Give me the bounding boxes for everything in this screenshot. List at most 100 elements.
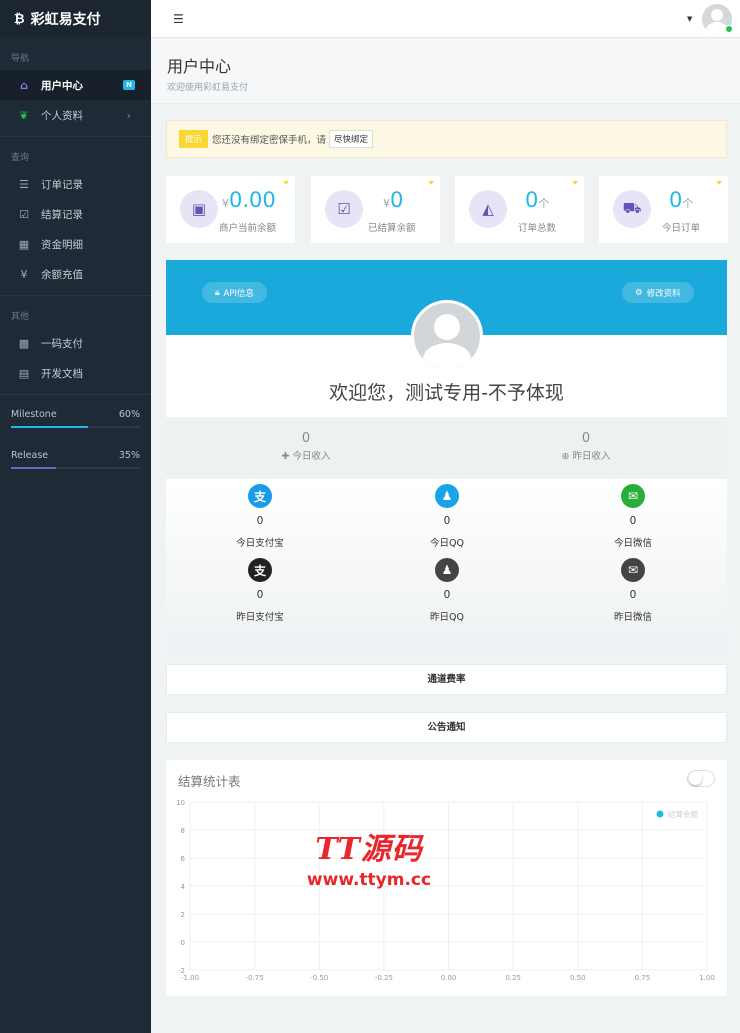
payment-stats-grid: 支 0 今日支付宝 ♟ 0 今日QQ ✉ 0 今日微信 支 0 昨日支付宝 ♟ … xyxy=(166,479,727,650)
plus-circle-icon: ⊕ xyxy=(561,451,573,462)
stat-label: 今日订单 xyxy=(662,223,701,234)
profile-panel: 🔒︎ API信息 ⚙ 修改资料 欢迎您，测试专用-不予体现 0 ✚ 今日收入 0… xyxy=(166,260,727,650)
pay-stat-yesterday-wechat: ✉ 0 昨日微信 xyxy=(563,558,703,623)
pay-label: 昨日微信 xyxy=(613,612,652,623)
sidebar: ₿ 彩虹易支付 导航 ⌂ 用户中心 N ❦ 个人资料 › 查询 ☰ 订单记录 ☑… xyxy=(0,0,151,1033)
area-chart-icon: ◭ xyxy=(469,190,507,228)
leaf-icon: ❦ xyxy=(19,108,29,122)
sidebar-item-label: 订单记录 xyxy=(41,178,83,191)
rates-section-header[interactable]: 通道费率 xyxy=(166,664,727,695)
qq-icon: ♟ xyxy=(435,558,459,582)
bind-phone-button[interactable]: 尽快绑定 xyxy=(329,130,374,148)
sidebar-item-docs[interactable]: ▤ 开发文档 xyxy=(0,358,151,388)
sidebar-item-orders[interactable]: ☰ 订单记录 xyxy=(0,169,151,199)
watermark-logo-text: TT源码 xyxy=(315,832,423,867)
page-subtitle: 欢迎使用彩虹易支付 xyxy=(167,83,249,93)
brand[interactable]: ₿ 彩虹易支付 xyxy=(0,0,151,38)
pay-value: 0 xyxy=(629,515,637,527)
stat-value: 0 xyxy=(390,188,404,212)
yesterday-income: 0 ⊕ 昨日收入 xyxy=(516,431,656,462)
progress-fill xyxy=(11,426,89,428)
stat-value: 0 xyxy=(525,188,539,212)
stat-card-balance: ▣ ¥0.00 商户当前余额 xyxy=(166,176,295,243)
pay-label: 昨日QQ xyxy=(430,612,464,623)
sidebar-item-recharge[interactable]: ¥ 余额充值 xyxy=(0,259,151,289)
caret-down-icon[interactable] xyxy=(716,181,722,185)
y-tick-label: 2 xyxy=(181,911,185,919)
sidebar-item-settlements[interactable]: ☑ 结算记录 xyxy=(0,199,151,229)
api-info-button[interactable]: 🔒︎ API信息 xyxy=(202,282,267,303)
income-label: 昨日收入 xyxy=(572,451,611,462)
sidebar-item-label: 资金明细 xyxy=(41,238,83,251)
progress-milestone: Milestone 60% xyxy=(0,409,151,428)
stat-label: 已结算余额 xyxy=(368,223,416,234)
sidebar-item-user-center[interactable]: ⌂ 用户中心 N xyxy=(0,70,151,100)
caret-down-icon[interactable] xyxy=(572,181,578,185)
settlement-chart: -20246810-1.00 -0.75 -0.50 -0.25 0.00 0.25 0.5… xyxy=(176,799,715,982)
pay-value: 0 xyxy=(256,515,264,527)
wechat-icon: ✉ xyxy=(621,558,645,582)
pay-label: 昨日支付宝 xyxy=(236,612,284,623)
edit-profile-label: 修改资料 xyxy=(646,288,681,299)
x-tick-label: -0.50 xyxy=(310,974,328,982)
today-income: 0 ✚ 今日收入 xyxy=(236,431,376,462)
qq-icon: ♟ xyxy=(435,484,459,508)
sidebar-item-profile[interactable]: ❦ 个人资料 › xyxy=(0,100,151,130)
y-tick-label: 4 xyxy=(181,883,186,891)
page-header: 用户中心 欢迎使用彩虹易支付 xyxy=(151,39,740,104)
pay-value: 0 xyxy=(629,589,637,601)
indent-icon[interactable]: ☰ xyxy=(173,12,184,26)
pay-value: 0 xyxy=(443,589,451,601)
x-tick-label: 0.25 xyxy=(505,974,521,982)
calendar-icon: ▦ xyxy=(18,237,30,251)
lock-icon: 🔒︎ xyxy=(215,287,220,298)
nav-section-title: 查询 xyxy=(11,153,30,163)
chevron-right-icon: › xyxy=(126,108,131,122)
notice-section-header[interactable]: 公告通知 xyxy=(166,712,727,743)
sidebar-item-label: 个人资料 xyxy=(41,109,83,122)
alipay-icon: 支 xyxy=(248,484,272,508)
income-label: 今日收入 xyxy=(292,451,331,462)
watermark: TT源码 www.ttym.cc xyxy=(294,832,444,890)
currency-symbol: ¥ xyxy=(222,197,229,210)
edit-profile-button[interactable]: ⚙ 修改资料 xyxy=(622,282,694,303)
profile-avatar xyxy=(411,300,483,372)
nav-section-title: 其他 xyxy=(11,312,30,322)
progress-value: 60% xyxy=(118,409,140,420)
sidebar-item-label: 用户中心 xyxy=(41,79,83,92)
caret-down-icon[interactable] xyxy=(428,181,434,185)
progress-release: Release 35% xyxy=(0,450,151,469)
watermark-url: www.ttym.cc xyxy=(306,870,432,890)
caret-down-icon[interactable] xyxy=(283,181,289,185)
legend-marker xyxy=(656,810,664,818)
y-tick-label: 6 xyxy=(181,855,186,863)
money-icon: ▣ xyxy=(180,190,218,228)
online-status-dot xyxy=(725,25,733,33)
caret-down-icon[interactable]: ▼ xyxy=(687,15,692,23)
stat-value: 0.00 xyxy=(229,188,276,212)
welcome-text: 欢迎您，测试专用-不予体现 xyxy=(329,382,564,404)
gear-icon: ⚙ xyxy=(635,287,643,298)
income-value: 0 xyxy=(581,431,591,446)
alipay-icon: 支 xyxy=(248,558,272,582)
list-icon: ☰ xyxy=(19,177,29,191)
yen-icon: ¥ xyxy=(20,267,28,281)
stat-card-settled: ☑ ¥0 已结算余额 xyxy=(311,176,440,243)
divider xyxy=(0,394,151,395)
check-square-icon: ☑ xyxy=(19,207,29,221)
check-icon: ☑ xyxy=(325,190,363,228)
alert-text: 您还没有绑定密保手机，请 xyxy=(212,135,327,146)
chart-toggle-switch[interactable] xyxy=(687,770,715,787)
sidebar-item-label: 余额充值 xyxy=(41,268,83,281)
brand-name: 彩虹易支付 xyxy=(30,12,101,28)
api-info-label: API信息 xyxy=(223,288,254,299)
pay-stat-yesterday-alipay: 支 0 昨日支付宝 xyxy=(190,558,330,623)
wechat-icon: ✉ xyxy=(621,484,645,508)
sidebar-item-funds[interactable]: ▦ 资金明细 xyxy=(0,229,151,259)
sidebar-item-qrpay[interactable]: ▩ 一码支付 xyxy=(0,328,151,358)
stat-label: 订单总数 xyxy=(518,223,557,234)
x-tick-label: 0.50 xyxy=(570,974,586,982)
stat-card-orders: ◭ 0个 订单总数 xyxy=(455,176,584,243)
qrcode-icon: ▩ xyxy=(18,336,30,350)
progress-track xyxy=(11,467,140,469)
